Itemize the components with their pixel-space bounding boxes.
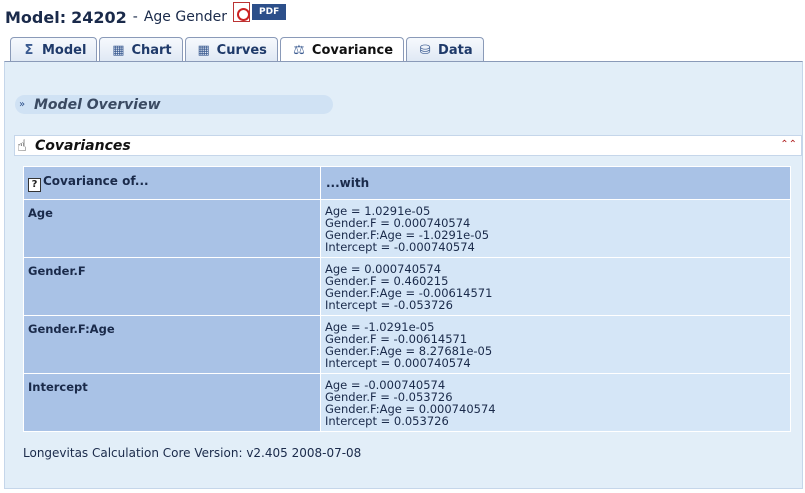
row-covariance-values: Age = -1.0291e-05 Gender.F = -0.00614571 G… (320, 315, 791, 374)
column-header-label: Covariance of... (43, 174, 149, 188)
row-parameter-name: Gender.F (23, 257, 321, 316)
column-header-with: ...with (320, 166, 791, 200)
tab-bar: Σ Model ▦ Chart ▦ Curves ⚖ Covariance ⛁ Data (10, 37, 486, 63)
table-row: Gender.F:Age Age = -1.0291e-05 Gender.F = … (23, 315, 791, 374)
tab-label: Data (438, 42, 473, 58)
sigma-icon: Σ (24, 42, 34, 58)
row-covariance-values: Age = 0.000740574 Gender.F = 0.460215 Gend… (320, 257, 791, 316)
help-icon[interactable]: ? (28, 178, 41, 192)
model-overview-title: Model Overview (34, 96, 161, 113)
covariances-title: Covariances (35, 137, 131, 154)
row-covariance-values: Age = -0.000740574 Gender.F = -0.053726 Ge… (320, 373, 791, 432)
tab-curves[interactable]: ▦ Curves (184, 37, 278, 62)
pdf-export-button[interactable]: PDF (233, 2, 288, 22)
row-covariance-values: Age = 1.0291e-05 Gender.F = 0.000740574 Ge… (320, 199, 791, 258)
row-parameter-name: Gender.F:Age (23, 315, 321, 374)
tab-chart[interactable]: ▦ Chart (99, 37, 183, 62)
covariance-value: Intercept = 0.000740574 (325, 356, 471, 370)
page-header: Model: 24202 - Age Gender (5, 4, 227, 30)
table-row: Age Age = 1.0291e-05 Gender.F = 0.00074057… (23, 199, 791, 258)
collapse-chevron-icon[interactable]: ⌃⌃ (780, 139, 797, 150)
version-footer: Longevitas Calculation Core Version: v2.… (23, 446, 362, 460)
expand-chevron-icon[interactable]: » (19, 99, 33, 110)
table-row: Gender.F Age = 0.000740574 Gender.F = 0.46… (23, 257, 791, 316)
covariance-value: Intercept = -0.000740574 (325, 240, 475, 254)
model-label: Model: (5, 7, 67, 27)
hand-cursor-icon: ☝ (17, 136, 27, 155)
covariance-value: Intercept = -0.053726 (325, 298, 453, 312)
covariance-value: Intercept = 0.053726 (325, 414, 449, 428)
curves-icon: ▦ (197, 42, 210, 58)
pdf-label: PDF (252, 4, 287, 20)
bar-chart-icon: ▦ (112, 42, 125, 58)
column-header-covariance-of: ? Covariance of... (23, 166, 321, 200)
tab-label: Covariance (311, 43, 394, 58)
tab-covariance[interactable]: ⚖ Covariance (279, 37, 405, 63)
tab-label: Model (42, 42, 87, 58)
covariances-header[interactable]: ☝ Covariances ⌃⌃ (14, 135, 802, 156)
tab-label: Curves (216, 42, 267, 58)
row-parameter-name: Age (23, 199, 321, 258)
tab-model[interactable]: Σ Model (10, 37, 98, 62)
balance-scale-icon: ⚖ (293, 43, 305, 58)
title-separator: - (132, 9, 138, 25)
covariance-table: ? Covariance of... ...with Age Age = 1.029… (23, 166, 791, 432)
tab-data[interactable]: ⛁ Data (406, 37, 484, 62)
row-parameter-name: Intercept (23, 373, 321, 432)
pdf-file-icon (233, 2, 250, 22)
model-name: Age Gender (143, 9, 227, 25)
database-icon: ⛁ (419, 42, 431, 58)
table-row: Intercept Age = -0.000740574 Gender.F = -0… (23, 373, 791, 432)
content-panel: » Model Overview ☝ Covariances ⌃⌃ ? Covar… (4, 61, 803, 489)
model-overview-header[interactable]: » Model Overview (15, 95, 333, 114)
tab-label: Chart (131, 42, 172, 58)
model-number: 24202 (71, 7, 127, 27)
